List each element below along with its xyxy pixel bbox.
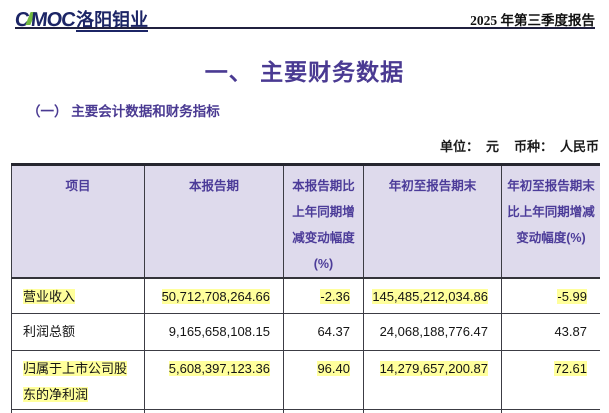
table-row-total-profit: 利润总额 9,165,658,108.15 64.37 24,068,188,7… [12,313,601,350]
report-page: CMOC洛阳钼业 2025 年第三季度报告 一、 主要财务数据 （一） 主要会计… [0,0,609,413]
cell-value: 24,068,188,776.47 [380,324,488,339]
cell-value: 9,165,658,108.15 [169,324,270,339]
table-header-row: 项目 本报告期 本报告期比上年同期增减变动幅度(%) 年初至报告期末 年初至报告… [12,165,601,279]
cell-value: 14,279,657,200.87 [380,361,488,376]
section-title: 一、 主要财务数据 [0,53,609,87]
cell-value: -5.99 [557,289,587,304]
cell-value: 72.61 [554,361,587,376]
table-row-partial [12,409,601,413]
table-row-revenue: 营业收入 50,712,708,264.66 -2.36 145,485,212… [12,278,601,313]
cell-value: 64.37 [317,324,350,339]
report-title: 2025 年第三季度报告 [470,9,595,29]
col-header-year-to-date-change: 年初至报告期末比上年同期增减变动幅度(%) [502,165,601,279]
row-label: 营业收入 [23,289,75,304]
row-label: 归属于上市公司股东的净利润 [23,361,127,402]
cell-value: 145,485,212,034.86 [372,289,488,304]
cell-value: 5,608,397,123.36 [169,361,270,376]
unit-label: 单位： [440,136,479,155]
table-row-net-profit: 归属于上市公司股东的净利润 5,608,397,123.36 96.40 14,… [12,350,601,409]
currency-value: 人民币 [560,136,599,155]
col-header-year-to-date: 年初至报告期末 [364,165,502,279]
currency-label: 币种： [514,136,553,155]
cell-value: 96.40 [317,361,350,376]
col-header-current-period: 本报告期 [145,165,284,279]
col-header-item: 项目 [12,165,145,279]
section-subtitle: （一） 主要会计数据和财务指标 [27,100,220,120]
unit-currency-line: 单位： 元币种： 人民币 [440,136,599,155]
unit-value: 元 [486,136,499,155]
cell-value: -2.36 [320,289,350,304]
financial-table-wrap: 项目 本报告期 本报告期比上年同期增减变动幅度(%) 年初至报告期末 年初至报告… [11,163,600,413]
row-label: 利润总额 [23,324,75,339]
cell-value: 43.87 [554,324,587,339]
cell-value: 50,712,708,264.66 [162,289,270,304]
header-divider [15,27,595,29]
financial-table: 项目 本报告期 本报告期比上年同期增减变动幅度(%) 年初至报告期末 年初至报告… [11,163,600,413]
col-header-current-period-change: 本报告期比上年同期增减变动幅度(%) [284,165,364,279]
